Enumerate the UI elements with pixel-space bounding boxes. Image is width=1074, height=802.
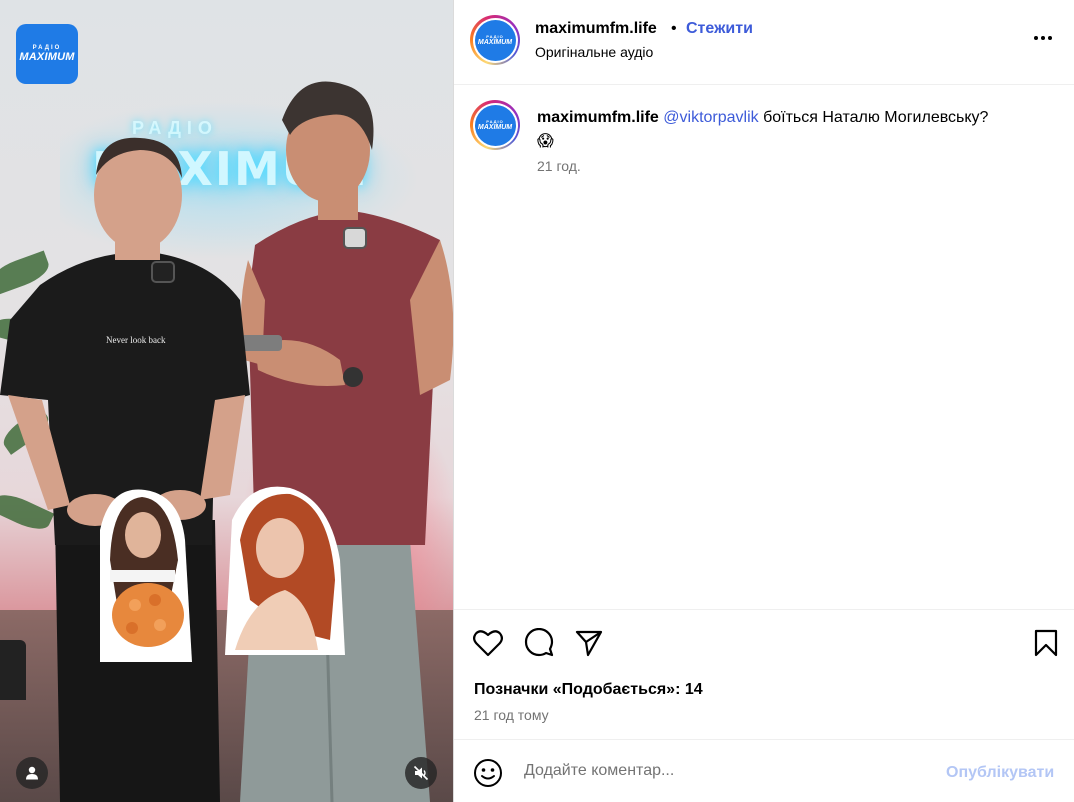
caption-mention[interactable]: @viktorpavlik [663, 109, 758, 126]
comment-icon [524, 628, 554, 657]
heart-icon [473, 630, 503, 657]
avatar-label-brand: MAXIMUM [477, 39, 513, 46]
logo-label-brand: MAXIMUM [19, 51, 75, 63]
like-button[interactable] [471, 626, 505, 660]
shirt-print: Never look back [106, 335, 166, 345]
save-button[interactable] [1029, 626, 1063, 660]
likes-count[interactable]: Позначки «Подобається»: 14 [474, 681, 703, 699]
post-actions: Позначки «Подобається»: 14 21 год тому [454, 609, 1074, 739]
publish-button[interactable]: Опублікувати [946, 764, 1054, 782]
author-username[interactable]: maximumfm.life [535, 20, 657, 38]
caption-emoji: 😱 [537, 133, 554, 150]
author-avatar[interactable]: РАДІО MAXIMUM [470, 15, 520, 65]
caption-text: maximumfm.life @viktorpavlik боїться Нат… [537, 106, 1057, 154]
share-button[interactable] [572, 626, 606, 660]
comment-button[interactable] [522, 626, 556, 660]
smiley-icon [474, 759, 502, 787]
people-illustration [0, 81, 453, 802]
audio-link[interactable]: Оригінальне аудіо [535, 44, 653, 60]
post-media[interactable]: РАДІО MAXIMUM Never look back РАДІО MAXI… [0, 0, 453, 802]
separator-dot: • [671, 20, 677, 37]
radio-maximum-logo: РАДІО MAXIMUM [16, 24, 78, 84]
caption-avatar[interactable]: РАДІО MAXIMUM [470, 100, 520, 150]
bookmark-icon [1034, 629, 1058, 657]
person-icon [26, 766, 38, 780]
comment-input[interactable] [524, 762, 924, 780]
posted-ago[interactable]: 21 год тому [474, 707, 549, 723]
caption-username[interactable]: maximumfm.life [537, 109, 659, 126]
more-horizontal-icon [1034, 36, 1038, 40]
post-header: РАДІО MAXIMUM maximumfm.life • Стежити О… [454, 0, 1074, 85]
emoji-button[interactable] [471, 756, 505, 790]
post-panel: РАДІО MAXIMUM maximumfm.life • Стежити О… [453, 0, 1074, 802]
caption-timestamp[interactable]: 21 год. [537, 158, 581, 174]
caption-body: боїться Наталю Могилевську? [758, 109, 989, 126]
user-tags-button[interactable] [16, 757, 48, 789]
follow-button[interactable]: Стежити [686, 20, 753, 38]
comment-bar: Опублікувати [454, 739, 1074, 802]
speaker-muted-icon [413, 765, 429, 781]
send-icon [575, 630, 603, 657]
avatar-label-brand: MAXIMUM [477, 124, 513, 131]
more-options-button[interactable] [1029, 28, 1057, 48]
mute-button[interactable] [405, 757, 437, 789]
